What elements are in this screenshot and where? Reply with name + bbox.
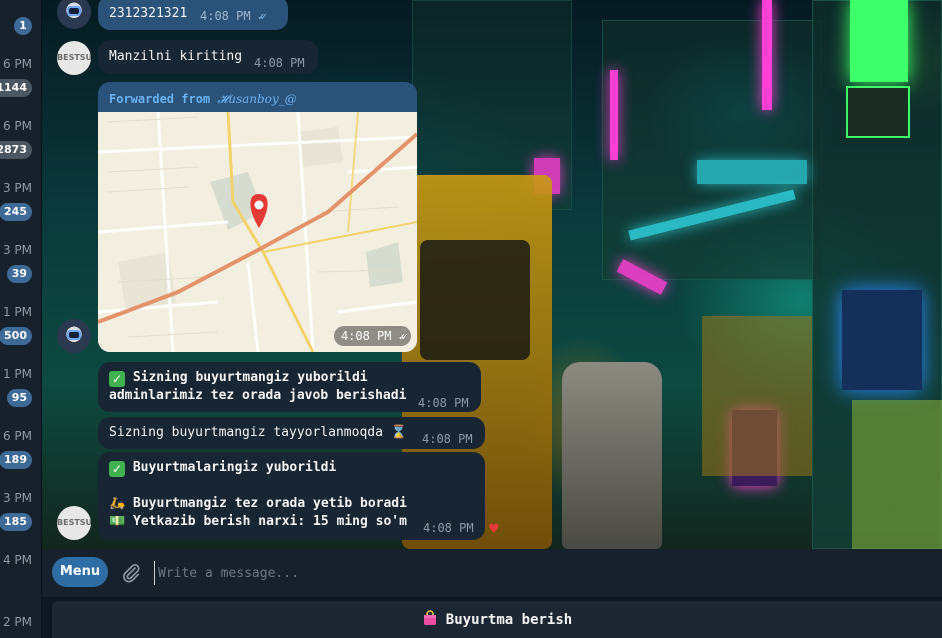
scooter-icon: 🛵 [109, 496, 126, 511]
keyboard-button-order[interactable]: Buyurtma berish [52, 601, 942, 638]
map-image [98, 112, 417, 352]
message-bubble[interactable]: Manzilni kiriting 4:08 PM [98, 40, 318, 74]
forwarded-label: Forwarded from [109, 92, 211, 106]
message-text: 💵 Yetkazib berish narxi: 15 ming so'm [109, 513, 407, 531]
message-time-text: 4:08 PM [340, 329, 392, 343]
chat-time: 1 PM [2, 305, 32, 319]
message-line: adminlarimiz tez orada javob berishadi [109, 388, 407, 403]
message-text: Sizning buyurtmangiz tayyorlanmoqda ⌛ [109, 424, 407, 442]
chat-time: 3 PM [2, 181, 32, 195]
message-bubble[interactable]: ✓ Buyurtmalaringiz yuborildi 🛵 Buyurtman… [98, 452, 485, 540]
message-time: 4:08 PM [254, 56, 305, 70]
message-time-text: 4:08 PM [200, 9, 251, 23]
unread-badge: 500 [0, 327, 32, 345]
chat-time: 6 PM [2, 429, 32, 443]
chat-time: 4 PM [2, 553, 32, 567]
message-line: Sizning buyurtmangiz yuborildi [132, 370, 368, 385]
keyboard-button-label: Buyurtma berish [445, 612, 573, 628]
message-time: 4:08 PM ✓✓ [200, 7, 267, 26]
forwarded-header[interactable]: Forwarded from 𝓗usanboy_@ [98, 82, 417, 112]
message-time: 4:08 PM ✓✓ [333, 326, 411, 346]
message-input[interactable] [154, 561, 914, 585]
message-bubble[interactable]: Sizning buyurtmangiz tayyorlanmoqda ⌛ 4:… [98, 417, 485, 449]
unread-badge: 2873 [0, 141, 32, 159]
chat-list-strip: 1 6 PM 1144 6 PM 2873 3 PM 245 3 PM 39 1… [0, 0, 42, 638]
heart-reaction-icon[interactable]: ♥ [488, 522, 500, 537]
composer: Menu [42, 549, 942, 597]
unread-badge: 39 [6, 265, 32, 283]
bot-avatar[interactable]: BESTSUT [57, 506, 91, 540]
message-text: 2312321321 [109, 6, 188, 21]
chat-time: 6 PM [2, 57, 32, 71]
paperclip-icon[interactable] [120, 562, 142, 584]
double-check-icon: ✓✓ [398, 330, 408, 343]
message-line: Sizning buyurtmangiz tayyorlanmoqda [109, 425, 383, 440]
message-line: Buyurtmangiz tez orada yetib boradi [133, 496, 407, 511]
chat-time: 1 PM [2, 367, 32, 381]
message-text: Manzilni kiriting [109, 49, 243, 64]
reply-keyboard: Buyurtma berish [42, 597, 942, 638]
message-time: 4:08 PM [423, 521, 474, 535]
double-check-icon: ✓✓ [257, 10, 267, 23]
location-map[interactable]: 4:08 PM ✓✓ [98, 112, 417, 352]
message-line: Buyurtmalaringiz yuborildi [132, 460, 337, 475]
forwarded-location-message[interactable]: Forwarded from 𝓗usanboy_@ 4:08 PM ✓✓ [98, 82, 417, 352]
message-time: 4:08 PM [418, 396, 469, 410]
unread-badge: 95 [6, 389, 32, 407]
chat-time: 3 PM [2, 243, 32, 257]
money-icon: 💵 [109, 514, 126, 529]
message-bubble[interactable]: 2312321321 4:08 PM ✓✓ [98, 0, 288, 30]
chat-time: 3 PM [2, 491, 32, 505]
message-text: ✓ Buyurtmalaringiz yuborildi [109, 459, 336, 477]
user-avatar[interactable] [57, 319, 91, 353]
check-mark-icon: ✓ [109, 461, 125, 477]
check-mark-icon: ✓ [109, 371, 125, 387]
unread-badge: 245 [0, 203, 32, 221]
chat-time: 6 PM [2, 119, 32, 133]
forwarded-author[interactable]: 𝓗usanboy_@ [217, 92, 296, 106]
message-text: ✓ Sizning buyurtmangiz yuborildi [109, 369, 368, 387]
unread-badge: 1 [14, 17, 32, 35]
hourglass-icon: ⌛ [390, 425, 407, 440]
unread-badge: 1144 [0, 79, 32, 97]
message-time: 4:08 PM [422, 432, 473, 446]
unread-badge: 185 [0, 513, 32, 531]
user-avatar[interactable] [57, 0, 91, 29]
bot-avatar[interactable]: BESTSUT [57, 41, 91, 75]
chat-history[interactable]: 2312321321 4:08 PM ✓✓ BESTSUT Manzilni k… [42, 0, 942, 549]
chat-time: 2 PM [2, 615, 32, 629]
message-line: Yetkazib berish narxi: 15 ming so'm [133, 514, 407, 529]
shopping-bag-icon [423, 610, 436, 625]
unread-badge: 189 [0, 451, 32, 469]
menu-button[interactable]: Menu [52, 557, 108, 587]
message-bubble[interactable]: ✓ Sizning buyurtmangiz yuborildi adminla… [98, 362, 481, 412]
message-text: 🛵 Buyurtmangiz tez orada yetib boradi [109, 495, 407, 513]
